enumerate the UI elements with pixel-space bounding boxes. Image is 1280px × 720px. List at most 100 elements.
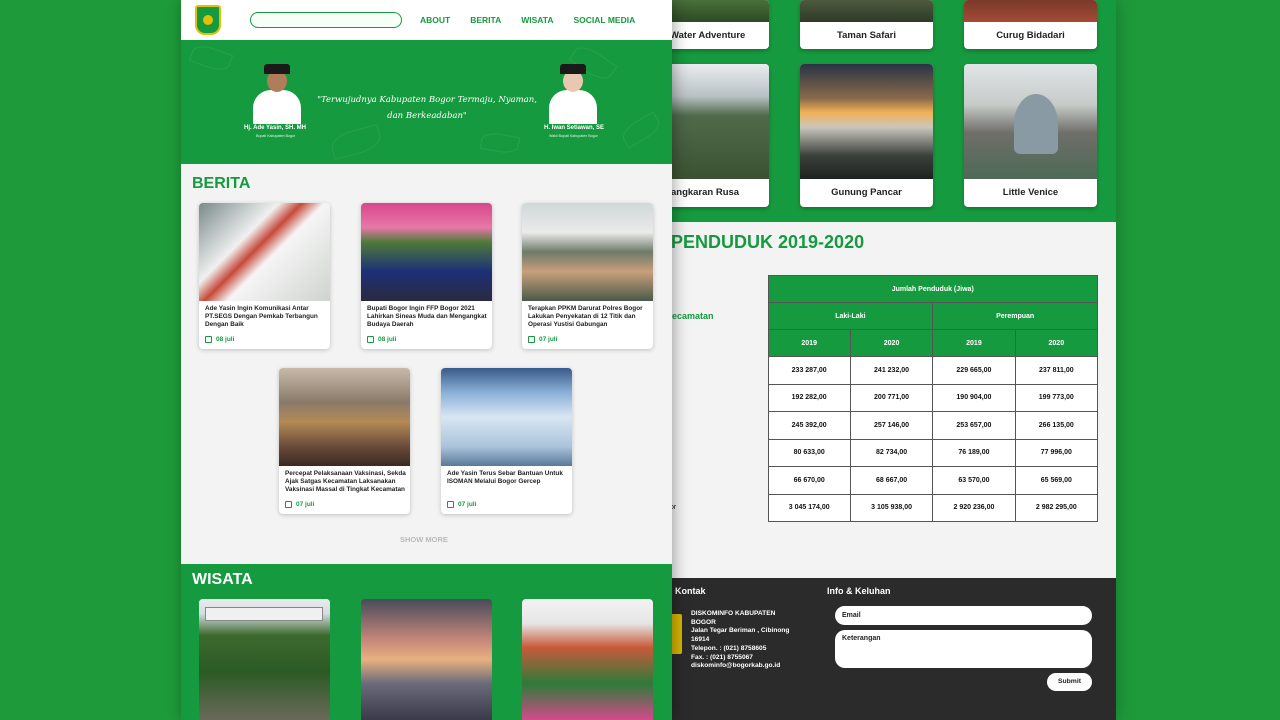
wisata-photo: [964, 0, 1097, 22]
address-line: Jalan Tegar Beriman , Cibinong: [691, 627, 790, 635]
value-cell: 245 392,00: [767, 411, 851, 440]
nav-link-wisata[interactable]: WISATA: [521, 15, 553, 25]
table-row: g Putri 245 392,00 257 146,00 253 657,00…: [640, 411, 1099, 440]
nav-link-berita[interactable]: BERITA: [470, 15, 501, 25]
value-cell: 80 633,00: [767, 438, 851, 467]
header-laki: Laki-Laki: [767, 302, 934, 330]
news-photo: [522, 203, 653, 301]
nav-link-about[interactable]: ABOUT: [420, 15, 450, 25]
wisata-tile[interactable]: [361, 599, 492, 720]
wisata-tile[interactable]: Curug Bidadari: [964, 0, 1097, 49]
calendar-icon: [205, 336, 212, 343]
vision-quote: "Terwujudnya Kabupaten Bogor Termaju, Ny…: [317, 95, 537, 121]
hero-banner: Hj. Ade Yasin, SH. MH Bupati Kabupaten B…: [181, 40, 672, 164]
wakil-bupati-role: Wakil Bupati Kabupaten Bogor: [549, 134, 598, 138]
news-date-text: 07 juli: [539, 336, 558, 343]
info-keluhan-heading: Info & Keluhan: [827, 586, 891, 596]
news-date-text: 07 juli: [458, 501, 477, 508]
wisata-tile-label: Little Venice: [1002, 187, 1059, 198]
gate-arch: [205, 607, 323, 621]
header-jumlah: Jumlah Penduduk (Jiwa): [767, 275, 1098, 303]
news-date: 07 juli: [285, 501, 314, 508]
news-card[interactable]: Terapkan PPKM Darurat Polres Bogor Lakuk…: [522, 203, 653, 349]
table-row: g 233 287,00 241 232,00 229 665,00 237 8…: [640, 356, 1099, 385]
email-field[interactable]: Email: [835, 606, 1092, 625]
news-title: Terapkan PPKM Darurat Polres Bogor Lakuk…: [528, 305, 643, 329]
bupati-portrait: [249, 64, 305, 124]
value-cell: 190 904,00: [932, 383, 1016, 412]
calendar-icon: [528, 336, 535, 343]
value-cell: 233 287,00: [767, 356, 851, 385]
contact-address: DISKOMINFO KABUPATEN BOGOR Jalan Tegar B…: [691, 610, 801, 671]
wisata-photo: [361, 599, 492, 720]
value-cell: 66 670,00: [767, 466, 851, 495]
wisata-tile[interactable]: [522, 599, 653, 720]
penduduk-table: layah Kecamatan Jumlah Penduduk (Jiwa) L…: [640, 275, 1099, 522]
news-date: 08 juli: [205, 336, 234, 343]
submit-button[interactable]: Submit: [1047, 673, 1092, 691]
berita-section-title: BERITA: [192, 175, 251, 192]
uniform-shape: [549, 90, 597, 124]
header-year: 2019: [767, 329, 851, 357]
value-cell: 2 982 295,00: [1014, 493, 1099, 522]
address-line: Telepon. : (021) 8758605: [691, 644, 767, 652]
news-card[interactable]: Bupati Bogor Ingin FFP Bogor 2021 Lahirk…: [361, 203, 492, 349]
value-cell: 63 570,00: [932, 466, 1016, 495]
address-line: 16914: [691, 636, 710, 644]
header-year: 2020: [849, 329, 934, 357]
penduduk-section-title: AH PENDUDUK 2019-2020: [640, 232, 865, 252]
value-cell: 229 665,00: [932, 356, 1016, 385]
wisata-section-title: WISATA: [192, 571, 253, 588]
news-card[interactable]: Ade Yasin Terus Sebar Bantuan Untuk ISOM…: [441, 368, 572, 514]
table-row: aten Bogor 3 045 174,00 3 105 938,00 2 9…: [640, 493, 1099, 522]
show-more-link[interactable]: SHOW MORE: [400, 535, 448, 544]
header-perempuan: Perempuan: [932, 302, 1098, 330]
news-card[interactable]: Ade Yasin Ingin Komunikasi Antar PT.SEGS…: [199, 203, 330, 349]
wisata-photo: [522, 599, 653, 720]
wisata-tile[interactable]: Little Venice: [964, 64, 1097, 207]
news-photo: [199, 203, 330, 301]
calendar-icon: [447, 501, 454, 508]
value-cell: 253 657,00: [932, 411, 1016, 440]
keterangan-field[interactable]: Keterangan: [835, 630, 1092, 668]
cap-shape: [264, 64, 290, 74]
news-photo: [441, 368, 572, 466]
wisata-photo: [800, 64, 933, 179]
search-input[interactable]: [250, 12, 402, 28]
news-photo: [361, 203, 492, 301]
wisata-tile-label: Gunung Pancar: [831, 187, 902, 198]
bupati-name: Hj. Ade Yasin, SH. MH: [244, 125, 307, 131]
news-title: Ade Yasin Terus Sebar Bantuan Untuk ISOM…: [447, 470, 563, 486]
value-cell: 65 569,00: [1014, 466, 1099, 495]
address-line: diskominfo@bogorkab.go.id: [691, 662, 781, 670]
value-cell: 68 667,00: [849, 466, 934, 495]
news-date-text: 07 juli: [296, 501, 315, 508]
leaf-pattern: [188, 41, 234, 75]
address-line: DISKOMINFO KABUPATEN: [691, 610, 776, 617]
navbar: ABOUT BERITA WISATA SOCIAL MEDIA: [181, 0, 672, 40]
back-page-mockup: gle Water Adventure Taman Safari Curug B…: [640, 0, 1116, 720]
nav-link-social-media[interactable]: SOCIAL MEDIA: [574, 15, 636, 25]
value-cell: 77 996,00: [1014, 438, 1099, 467]
kabupaten-logo-icon[interactable]: [195, 5, 221, 35]
wisata-tile[interactable]: [199, 599, 330, 720]
leaf-pattern: [479, 130, 521, 156]
news-title: Ade Yasin Ingin Komunikasi Antar PT.SEGS…: [205, 305, 318, 329]
wisata-photo: [800, 0, 933, 22]
wisata-tile-label: Curug Bidadari: [996, 30, 1065, 41]
wisata-tile[interactable]: Gunung Pancar: [800, 64, 933, 207]
news-card[interactable]: Percepat Pelaksanaan Vaksinasi, Sekda Aj…: [279, 368, 410, 514]
front-page-mockup: ABOUT BERITA WISATA SOCIAL MEDIA Hj. Ade…: [181, 0, 672, 720]
table-row: 192 282,00 200 771,00 190 904,00 199 773…: [640, 383, 1099, 412]
wakil-bupati-portrait: [545, 64, 601, 124]
value-cell: 2 920 236,00: [932, 493, 1016, 522]
wisata-photo: [964, 64, 1097, 179]
bupati-role: Bupati Kabupaten Bogor: [256, 134, 296, 138]
news-title: Percepat Pelaksanaan Vaksinasi, Sekda Aj…: [285, 470, 406, 494]
news-date: 08 juli: [367, 336, 396, 343]
header-year: 2020: [1014, 329, 1099, 357]
address-line: BOGOR: [691, 618, 716, 626]
calendar-icon: [367, 336, 374, 343]
wisata-tile[interactable]: Taman Safari: [800, 0, 933, 49]
table-row: unggal 66 670,00 68 667,00 63 570,00 65 …: [640, 466, 1099, 495]
